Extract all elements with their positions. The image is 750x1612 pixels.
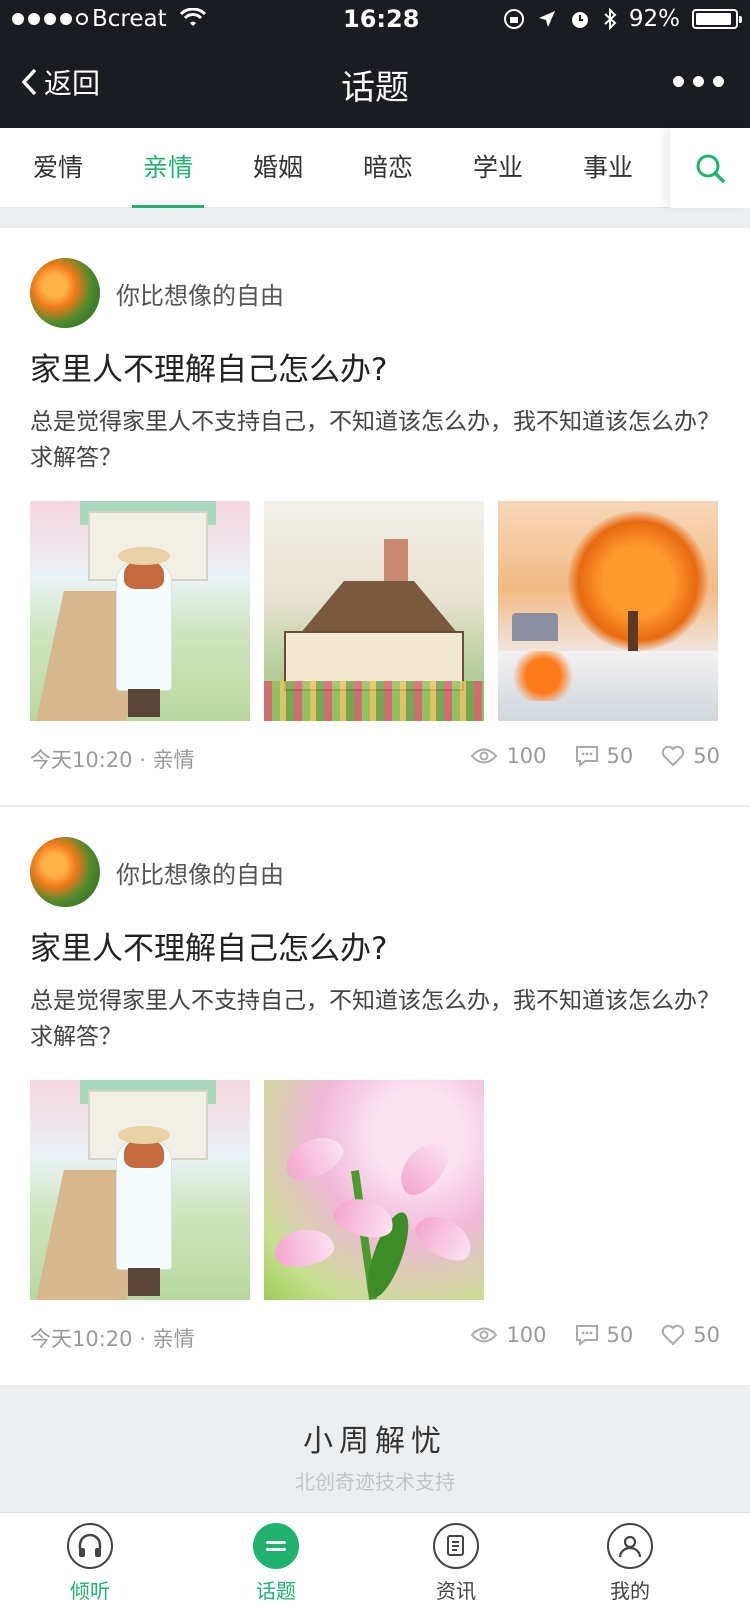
post-images: [30, 1080, 484, 1300]
search-button[interactable]: [670, 128, 750, 208]
post-time: 今天10:20: [30, 748, 133, 772]
tab-hunyin[interactable]: 婚姻: [228, 128, 328, 208]
post-image-girl-house[interactable]: [30, 1080, 250, 1300]
post-category: 亲情: [152, 748, 195, 772]
likes-stat[interactable]: 50: [661, 1323, 720, 1347]
likes-stat[interactable]: 50: [661, 744, 720, 768]
tabbar-label: 话题: [256, 1579, 296, 1603]
top-bar: Bcreat 16:28 92% 返回 话题: [0, 0, 750, 128]
more-button[interactable]: [673, 76, 724, 87]
location-icon: [538, 11, 555, 27]
author-name: 你比想像的自由: [116, 281, 284, 310]
tab-xueye[interactable]: 学业: [448, 128, 548, 208]
headphones-icon: [67, 1523, 113, 1569]
post-meta: 今天10:20 · 亲情 100 50 50: [30, 1323, 720, 1353]
post-image-girl-house[interactable]: [30, 501, 250, 721]
post-image-lily[interactable]: [264, 1080, 484, 1300]
post-category: 亲情: [152, 1327, 195, 1351]
comments-stat[interactable]: 50: [575, 744, 634, 768]
tabbar-item-listen[interactable]: 倾听: [30, 1523, 150, 1604]
heart-icon: [662, 745, 685, 767]
signal-strength-icon: [12, 13, 88, 25]
brand-name: 小周解忧: [303, 1424, 447, 1459]
views-stat: 100: [470, 744, 547, 768]
post-image-cottage[interactable]: [264, 501, 484, 721]
brand-subtitle: 北创奇迹技术支持: [295, 1470, 455, 1494]
status-bar: Bcreat 16:28 92%: [0, 0, 750, 40]
comments-stat[interactable]: 50: [575, 1323, 634, 1347]
tab-qinqing[interactable]: 亲情: [118, 128, 218, 208]
post-stats: 100 50 50: [470, 744, 720, 768]
comment-icon: [575, 1325, 598, 1346]
tabbar-item-news[interactable]: 资讯: [396, 1523, 516, 1604]
status-time: 16:28: [343, 5, 420, 33]
likes-count: 50: [693, 1323, 720, 1347]
rotation-lock-icon: [503, 9, 524, 29]
more-dot-icon: [713, 76, 724, 87]
post-author[interactable]: 你比想像的自由: [30, 837, 284, 907]
likes-count: 50: [693, 744, 720, 768]
post-card[interactable]: 你比想像的自由 家里人不理解自己怎么办? 总是觉得家里人不支持自己，不知道该怎么…: [0, 807, 750, 1385]
post-meta: 今天10:20 · 亲情 100 50 50: [30, 744, 720, 774]
eye-icon: [471, 1327, 498, 1343]
tabbar-label: 资讯: [436, 1579, 476, 1603]
post-time-category: 今天10:20 · 亲情: [30, 744, 195, 774]
author-name: 你比想像的自由: [116, 860, 284, 889]
bluetooth-icon: [604, 8, 617, 30]
post-images: [30, 501, 718, 721]
tab-aiqing[interactable]: 爱情: [8, 128, 108, 208]
status-right: 92%: [503, 6, 742, 32]
post-image-autumn[interactable]: [498, 501, 718, 721]
post-body: 总是觉得家里人不支持自己，不知道该怎么办，我不知道该怎么办？求解答？: [30, 988, 720, 1050]
views-count: 100: [506, 1323, 547, 1347]
separator-dot: ·: [139, 748, 153, 772]
comment-icon: [575, 746, 598, 767]
category-tabs: 爱情 亲情 婚姻 暗恋 学业 事业: [0, 128, 750, 208]
bottom-tab-bar: 倾听 话题 资讯 我的: [0, 1512, 750, 1612]
post-stats: 100 50 50: [470, 1323, 720, 1347]
chat-icon: [253, 1523, 299, 1569]
more-dot-icon: [673, 76, 684, 87]
tabbar-label: 我的: [610, 1579, 650, 1603]
tabbar-label: 倾听: [70, 1579, 110, 1603]
eye-icon: [471, 748, 498, 764]
avatar[interactable]: [30, 837, 100, 907]
views-stat: 100: [470, 1323, 547, 1347]
page-title: 话题: [341, 68, 409, 108]
battery-icon: [692, 9, 742, 29]
post-time-category: 今天10:20 · 亲情: [30, 1323, 195, 1353]
tabbar-item-topics[interactable]: 话题: [216, 1523, 336, 1604]
search-icon: [696, 154, 725, 183]
tabbar-item-mine[interactable]: 我的: [570, 1523, 690, 1604]
tab-anlian[interactable]: 暗恋: [338, 128, 438, 208]
avatar[interactable]: [30, 258, 100, 328]
news-icon: [433, 1523, 479, 1569]
heart-icon: [662, 1324, 685, 1346]
tab-shiye[interactable]: 事业: [558, 128, 658, 208]
post-author[interactable]: 你比想像的自由: [30, 258, 284, 328]
post-card[interactable]: 你比想像的自由 家里人不理解自己怎么办? 总是觉得家里人不支持自己，不知道该怎么…: [0, 228, 750, 806]
more-dot-icon: [693, 76, 704, 87]
battery-percent: 92%: [628, 6, 680, 32]
profile-icon: [607, 1523, 653, 1569]
comments-count: 50: [606, 744, 634, 768]
wifi-icon: [180, 8, 206, 26]
carrier-name: Bcreat: [92, 6, 167, 32]
post-body: 总是觉得家里人不支持自己，不知道该怎么办，我不知道该怎么办？求解答？: [30, 409, 720, 471]
post-title: 家里人不理解自己怎么办?: [30, 931, 388, 967]
footer-brand: 小周解忧 北创奇迹技术支持: [0, 1386, 750, 1512]
post-title: 家里人不理解自己怎么办?: [30, 352, 388, 388]
alarm-icon: [571, 12, 588, 28]
views-count: 100: [506, 744, 547, 768]
comments-count: 50: [606, 1323, 634, 1347]
separator-dot: ·: [139, 1327, 153, 1351]
post-time: 今天10:20: [30, 1327, 133, 1351]
